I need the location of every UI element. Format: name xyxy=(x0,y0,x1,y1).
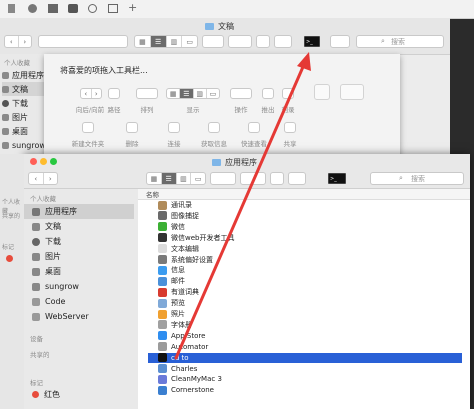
annotation-arrow xyxy=(174,52,311,360)
arrow-head xyxy=(297,52,311,71)
arrow-line xyxy=(174,58,308,360)
